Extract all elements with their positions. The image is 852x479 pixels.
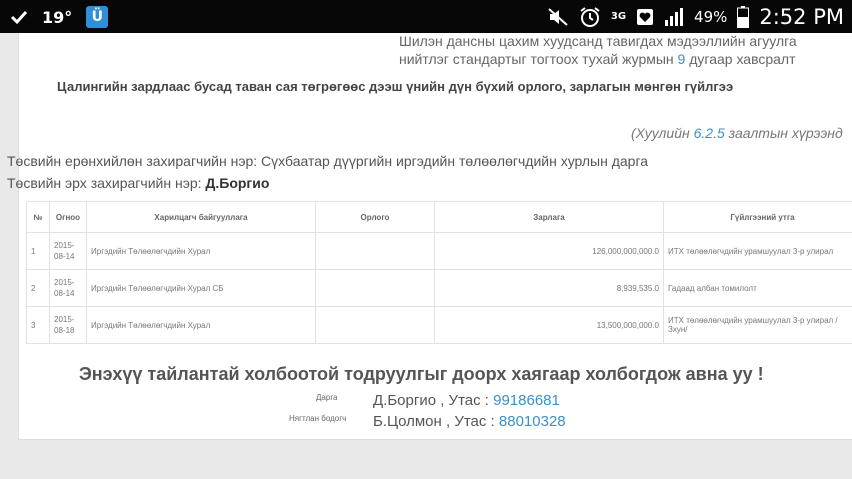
network-type: 3G <box>610 11 627 22</box>
alarm-icon <box>580 7 600 27</box>
status-bar-left: 19° Ü <box>10 4 109 30</box>
transactions-table: № Огноо Харилцагч байгууллага Орлого Зар… <box>26 201 852 344</box>
clock: 2:52 PM <box>759 5 844 29</box>
row-description: Гадаад албан томилолт <box>663 269 852 307</box>
header-line-2-tail: дугаар хавсралт <box>685 51 796 67</box>
col-header-counterparty: Харилцагч байгууллага <box>86 201 316 233</box>
contact-chairman: Д.Боргио , Утас : 99186681 <box>373 392 560 409</box>
app-notification-icon: Ü <box>86 6 109 28</box>
col-header-income: Орлого <box>315 201 435 233</box>
contact-role-accountant: Нягтлан бодогч <box>289 414 347 423</box>
status-bar-right: 3G 49% 2:52 PM <box>547 3 844 31</box>
col-header-expense: Зарлага <box>434 201 664 233</box>
row-no: 3 <box>26 306 50 344</box>
row-date-day: 08-14 <box>54 252 75 261</box>
row-date-day: 08-14 <box>54 289 75 298</box>
col-header-date: Огноо <box>49 201 87 233</box>
law-reference-number: 6.2.5 <box>693 125 725 141</box>
contact-chairman-phone[interactable]: 99186681 <box>493 392 560 409</box>
table-row: 2 2015- 08-14 Иргэдийн Төлөөлөгчдийн Хура… <box>26 269 852 307</box>
law-reference: (Хуулийн 6.2.5 заалтын хүрээнд <box>631 125 843 141</box>
budget-manager-label: Төсвийн ерөнхийлөн захирагчийн нэр: <box>7 153 262 169</box>
temperature-readout: 19° <box>42 7 73 27</box>
row-no: 1 <box>26 232 50 270</box>
contact-notice: Энэхүү тайлантай холбоотой тодруулгыг до… <box>79 364 764 384</box>
contact-chairman-name: Д.Боргио , Утас : <box>373 392 494 409</box>
budget-manager-value: Сүхбаатар дүүргийн иргэдийн төлөөлөгчдий… <box>261 153 649 169</box>
law-reference-suffix: заалтын хүрээнд <box>724 125 843 141</box>
table-header-row: № Огноо Харилцагч байгууллага Орлого Зар… <box>26 201 852 233</box>
col-header-description: Гүйлгээний утга <box>663 201 852 233</box>
col-header-no: № <box>26 201 50 233</box>
header-line-1: Шилэн дансны цахим хуудсанд тавигдах мэд… <box>399 33 797 49</box>
mute-icon <box>548 8 568 26</box>
table-row: 1 2015- 08-14 Иргэдийн Төлөөлөгчдийн Хура… <box>26 232 852 270</box>
contact-accountant-name: Б.Цолмон , Утас : <box>373 413 499 430</box>
row-expense: 13,500,000,000.0 <box>434 306 664 344</box>
law-reference-prefix: (Хуулийн <box>631 125 694 141</box>
heart-notification-icon <box>637 9 654 25</box>
row-date-year: 2015- <box>54 241 75 250</box>
row-income <box>315 232 435 270</box>
table-row: 3 2015- 08-18 Иргэдийн Төлөөлөгчдийн Хура… <box>26 306 852 344</box>
report-page: Шилэн дансны цахим хуудсанд тавигдах мэд… <box>7 33 852 440</box>
row-date: 2015- 08-18 <box>49 306 87 344</box>
row-date-year: 2015- <box>54 278 75 287</box>
report-title: Цалингийн зардлаас бусад таван сая төгрө… <box>57 79 734 94</box>
row-counterparty: Иргэдийн Төлөөлөгчдийн Хурал <box>86 306 316 344</box>
contact-accountant: Б.Цолмон , Утас : 88010328 <box>373 413 566 430</box>
budget-director-label: Төсвийн эрх захирагчийн нэр: <box>7 175 206 191</box>
row-expense: 8,939,535.0 <box>434 269 664 307</box>
row-income <box>315 269 435 307</box>
row-description: ИТХ төлөөлөгчдийн урамшуулал 3-р улирал … <box>663 306 852 344</box>
contact-accountant-phone[interactable]: 88010328 <box>499 413 566 430</box>
row-date: 2015- 08-14 <box>49 232 87 270</box>
row-no: 2 <box>26 269 50 307</box>
contact-role-chairman: Дарга <box>316 393 338 402</box>
row-counterparty: Иргэдийн Төлөөлөгчдийн Хурал СБ <box>86 269 316 307</box>
row-date-day: 08-18 <box>54 326 75 335</box>
battery-icon <box>737 6 750 28</box>
header-line-2-text: нийтлэг стандартыг тогтоох тухай журмын <box>399 51 678 67</box>
signal-icon <box>665 8 684 26</box>
checkmark-icon <box>10 10 28 25</box>
budget-director-value: Д.Боргио <box>205 175 270 191</box>
row-income <box>315 306 435 344</box>
row-date: 2015- 08-14 <box>49 269 87 307</box>
budget-director-line: Төсвийн эрх захирагчийн нэр: Д.Боргио <box>7 175 269 191</box>
row-counterparty: Иргэдийн Төлөөлөгчдийн Хурал <box>86 232 316 270</box>
row-date-year: 2015- <box>54 315 75 324</box>
battery-percent: 49% <box>694 8 728 26</box>
status-bar: 19° Ü 3G 49% 2:52 PM <box>0 0 852 33</box>
row-description: ИТХ төлөөлөгчдийн урамшуулал 3-р улирал <box>663 232 852 270</box>
header-line-2: нийтлэг стандартыг тогтоох тухай журмын … <box>399 51 796 67</box>
row-expense: 126,000,000,000.0 <box>434 232 664 270</box>
budget-manager-line: Төсвийн ерөнхийлөн захирагчийн нэр: Сүхб… <box>7 153 648 169</box>
